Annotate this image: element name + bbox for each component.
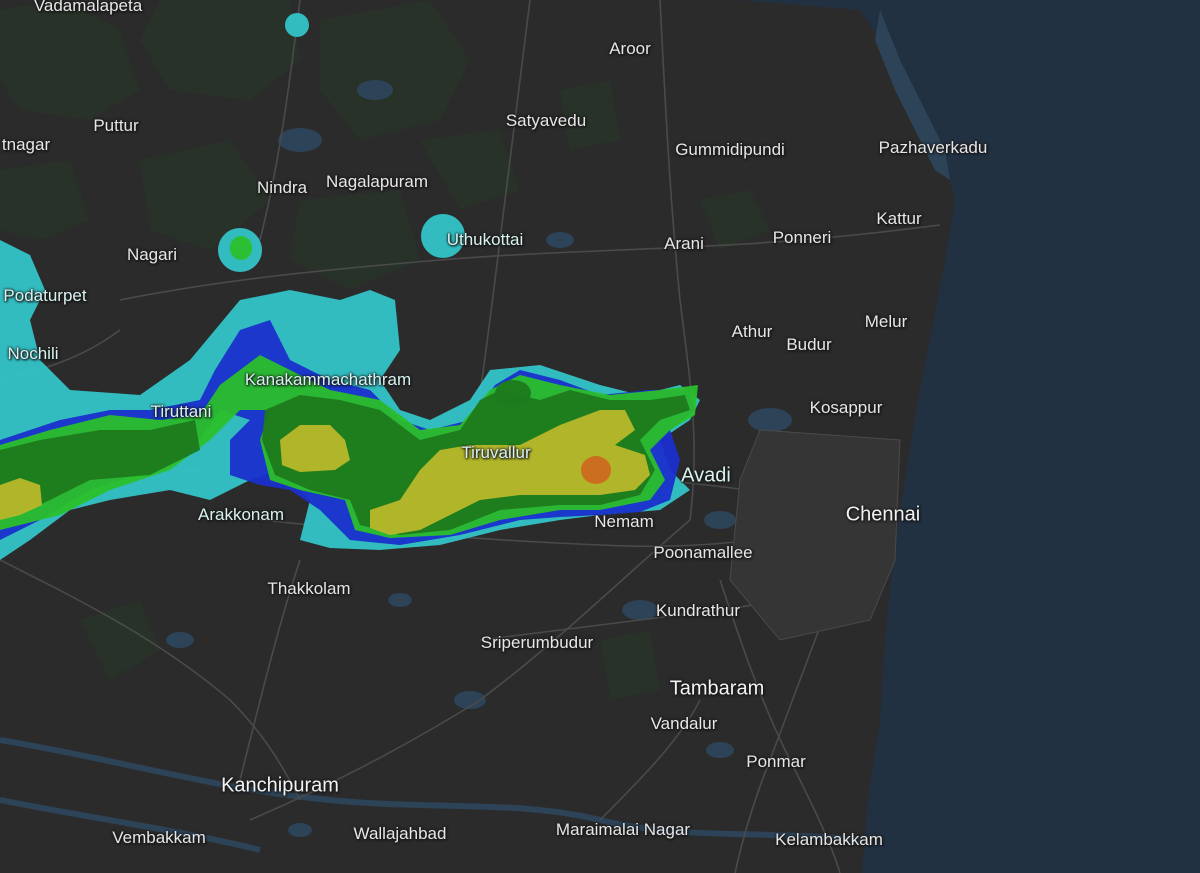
lake	[622, 600, 658, 620]
precip-cell-north	[285, 13, 309, 37]
map-canvas[interactable]	[0, 0, 1200, 873]
forest-patch	[560, 80, 620, 150]
lake	[748, 408, 792, 432]
precip-intense-core	[581, 456, 611, 484]
radar-map[interactable]: Vadamalapeta Aroor Puttur Satyavedu tnagar Gu…	[0, 0, 1200, 873]
lake	[166, 632, 194, 648]
lake	[706, 742, 734, 758]
forest-patch	[600, 630, 660, 700]
lake	[704, 511, 736, 529]
precip-cell-nindra-core	[230, 236, 252, 260]
urban-grid	[729, 429, 901, 641]
lake	[388, 593, 412, 607]
precip-cell-green	[495, 380, 531, 406]
chennai-urban-area	[729, 429, 901, 641]
lake	[357, 80, 393, 100]
lake	[288, 823, 312, 837]
lake	[278, 128, 322, 152]
lake	[546, 232, 574, 248]
precip-cell-uthukottai	[421, 214, 465, 258]
